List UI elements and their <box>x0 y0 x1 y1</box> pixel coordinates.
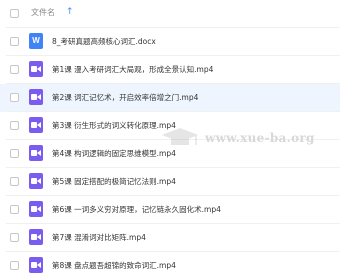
file-name[interactable]: 第5课 固定搭配的极简记忆法则.mp4 <box>52 176 176 187</box>
video-file-icon <box>29 61 43 77</box>
file-list-header: 文件名 ↑ <box>0 0 340 28</box>
file-checkbox[interactable] <box>10 93 19 102</box>
video-file-icon <box>29 89 43 105</box>
file-row[interactable]: 第7课 混淆词对比矩阵.mp4 <box>0 224 340 252</box>
file-name[interactable]: 8_考研真题高频核心词汇.docx <box>52 36 156 47</box>
graduation-cap-icon <box>162 128 198 145</box>
file-checkbox[interactable] <box>10 205 19 214</box>
file-checkbox[interactable] <box>10 149 19 158</box>
select-all-checkbox[interactable] <box>10 9 19 18</box>
video-file-icon <box>29 173 43 189</box>
file-name[interactable]: 第7课 混淆词对比矩阵.mp4 <box>52 232 146 243</box>
sort-ascending-icon[interactable]: ↑ <box>66 7 74 17</box>
watermark-text: www.xue-ba.org <box>205 131 315 145</box>
file-name[interactable]: 第8课 盘点题吾超锦的致命词汇.mp4 <box>52 260 176 271</box>
file-row[interactable]: 第1课 漫入考研词汇大局观，形成全景认知.mp4 <box>0 56 340 84</box>
file-name[interactable]: 第4课 构词逻辑的固定思维模型.mp4 <box>52 148 176 159</box>
video-file-icon <box>29 257 43 273</box>
file-row[interactable]: 第6课 一词多义穷对原理，记忆链永久固化术.mp4 <box>0 196 340 224</box>
file-name[interactable]: 第6课 一词多义穷对原理，记忆链永久固化术.mp4 <box>52 204 221 215</box>
video-file-icon <box>29 117 43 133</box>
video-file-icon <box>29 145 43 161</box>
file-row-selected[interactable]: 第2课 词汇记忆术，开启效率倍增之门.mp4 <box>0 84 340 112</box>
file-checkbox[interactable] <box>10 121 19 130</box>
file-checkbox[interactable] <box>10 177 19 186</box>
column-title-filename[interactable]: 文件名 <box>31 7 55 18</box>
video-file-icon <box>29 229 43 245</box>
file-name[interactable]: 第2课 词汇记忆术，开启效率倍增之门.mp4 <box>52 92 198 103</box>
file-row[interactable]: 第8课 盘点题吾超锦的致命词汇.mp4 <box>0 252 340 280</box>
file-name[interactable]: 第3课 衍生形式的词义转化原理.mp4 <box>52 120 176 131</box>
file-checkbox[interactable] <box>10 261 19 270</box>
file-row[interactable]: W 8_考研真题高频核心词汇.docx <box>0 28 340 56</box>
word-document-icon: W <box>29 33 43 49</box>
file-checkbox[interactable] <box>10 65 19 74</box>
video-file-icon <box>29 201 43 217</box>
file-name[interactable]: 第1课 漫入考研词汇大局观，形成全景认知.mp4 <box>52 64 213 75</box>
file-row[interactable]: 第5课 固定搭配的极简记忆法则.mp4 <box>0 168 340 196</box>
file-checkbox[interactable] <box>10 37 19 46</box>
file-checkbox[interactable] <box>10 233 19 242</box>
